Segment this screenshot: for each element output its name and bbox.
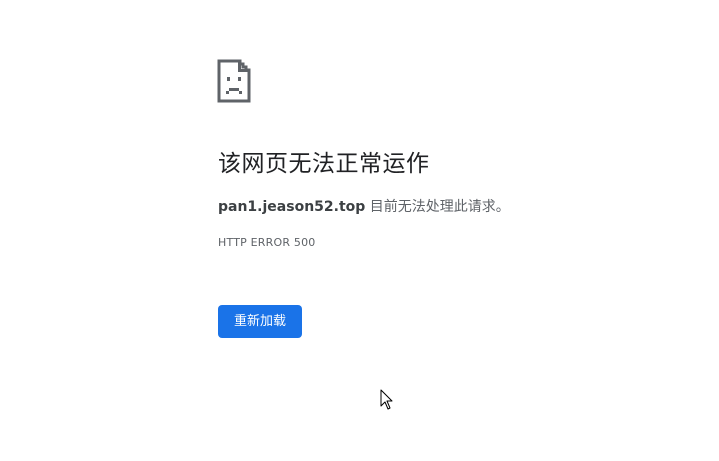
error-page: 该网页无法正常运作 pan1.jeason52.top 目前无法处理此请求。 H…	[0, 0, 719, 461]
error-detail-text: 目前无法处理此请求。	[365, 199, 510, 215]
error-host: pan1.jeason52.top	[218, 199, 366, 215]
mouse-pointer-icon	[380, 389, 393, 410]
error-code: HTTP ERROR 500	[218, 236, 316, 249]
error-heading: 该网页无法正常运作	[218, 151, 430, 177]
sad-page-icon	[217, 59, 251, 103]
error-detail: pan1.jeason52.top 目前无法处理此请求。	[218, 197, 510, 217]
reload-button[interactable]: 重新加载	[218, 305, 302, 338]
